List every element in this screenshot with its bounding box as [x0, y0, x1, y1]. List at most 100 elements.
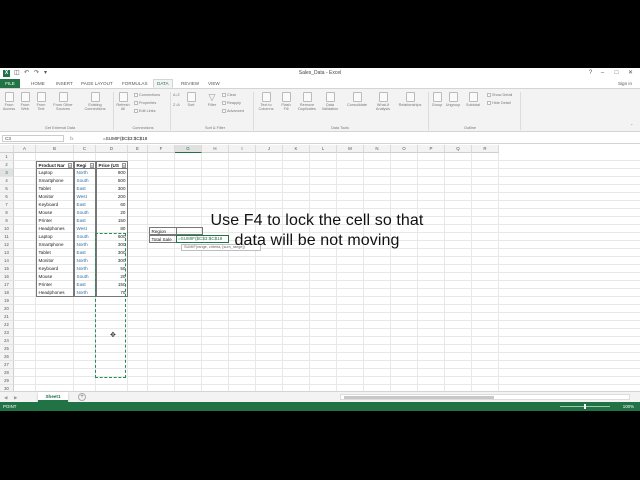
- row-header-7[interactable]: 7: [0, 201, 14, 209]
- sort-button[interactable]: Sort: [184, 92, 198, 107]
- row-header-25[interactable]: 25: [0, 345, 14, 353]
- product-cell[interactable]: Headphones: [36, 289, 74, 297]
- column-header-g[interactable]: G: [175, 145, 202, 153]
- column-header-h[interactable]: H: [202, 145, 229, 153]
- column-header-b[interactable]: B: [36, 145, 74, 153]
- properties-button[interactable]: Properties: [134, 101, 156, 105]
- from-other-sources-button[interactable]: From Other Sources: [50, 92, 76, 111]
- row-header-15[interactable]: 15: [0, 265, 14, 273]
- price-cell[interactable]: 150: [96, 217, 128, 225]
- row-header-18[interactable]: 18: [0, 289, 14, 297]
- row-header-22[interactable]: 22: [0, 321, 14, 329]
- column-header-r[interactable]: R: [472, 145, 499, 153]
- product-cell[interactable]: Tablet: [36, 249, 74, 257]
- select-all-corner[interactable]: [0, 145, 14, 153]
- consolidate-button[interactable]: Consolidate: [343, 92, 371, 107]
- price-cell[interactable]: 60: [96, 201, 128, 209]
- column-header-k[interactable]: K: [283, 145, 310, 153]
- flash-fill-button[interactable]: Flash Fill: [279, 92, 293, 111]
- product-cell[interactable]: Mouse: [36, 273, 74, 281]
- show-detail-button[interactable]: Show Detail: [487, 93, 512, 97]
- close-icon[interactable]: ✕: [626, 69, 635, 78]
- product-cell[interactable]: Keyboard: [36, 201, 74, 209]
- from-web-button[interactable]: From Web: [18, 92, 32, 111]
- product-cell[interactable]: Monitor: [36, 257, 74, 265]
- tab-file[interactable]: FILE: [0, 79, 20, 88]
- price-cell[interactable]: 80: [96, 225, 128, 233]
- product-cell[interactable]: Smartphone: [36, 177, 74, 185]
- help-icon[interactable]: ?: [586, 69, 595, 78]
- region-cell[interactable]: North: [74, 169, 96, 177]
- region-cell[interactable]: South: [74, 273, 96, 281]
- collapse-ribbon-icon[interactable]: ⌃: [630, 124, 633, 128]
- connections-button[interactable]: Connections: [134, 93, 160, 97]
- tab-home[interactable]: HOME: [28, 79, 48, 88]
- region-cell[interactable]: East: [74, 217, 96, 225]
- row-header-14[interactable]: 14: [0, 257, 14, 265]
- product-cell[interactable]: Tablet: [36, 185, 74, 193]
- row-header-9[interactable]: 9: [0, 217, 14, 225]
- worksheet-grid[interactable]: ABCDEFGHIJKLMNOPQR 1 2 3 4 5 6 7 8 9 10 11 12 13 14 15…: [0, 145, 640, 411]
- region-cell[interactable]: East: [74, 281, 96, 289]
- region-cell[interactable]: North: [74, 265, 96, 273]
- text-to-columns-button[interactable]: Text to Columns: [256, 92, 276, 111]
- product-cell[interactable]: Laptop: [36, 169, 74, 177]
- tab-insert[interactable]: INSERT: [53, 79, 76, 88]
- sign-in-link[interactable]: Sign in: [618, 79, 632, 88]
- region-cell[interactable]: East: [74, 201, 96, 209]
- region-cell[interactable]: South: [74, 209, 96, 217]
- group-button[interactable]: Group: [431, 92, 443, 107]
- horizontal-scrollbar[interactable]: [340, 394, 630, 400]
- formula-input[interactable]: =SUMIF($C$3:$C$18: [103, 135, 147, 142]
- sheet-tab-sheet1[interactable]: Sheet1: [38, 392, 68, 402]
- sort-a-z-button[interactable]: A↓Z: [173, 93, 180, 97]
- row-header-13[interactable]: 13: [0, 249, 14, 257]
- column-header-c[interactable]: C: [74, 145, 96, 153]
- tab-view[interactable]: VIEW: [205, 79, 223, 88]
- clear-filter-button[interactable]: Clear: [222, 93, 236, 97]
- subtotal-button[interactable]: Subtotal: [463, 92, 483, 107]
- name-box[interactable]: C3: [2, 135, 64, 142]
- scrollbar-thumb[interactable]: [344, 396, 494, 399]
- region-cell[interactable]: West: [74, 193, 96, 201]
- maximize-icon[interactable]: □: [612, 69, 621, 78]
- column-header-i[interactable]: I: [229, 145, 256, 153]
- what-if-analysis-button[interactable]: What-If Analysis: [373, 92, 393, 111]
- row-header-8[interactable]: 8: [0, 209, 14, 217]
- filter-button[interactable]: ▽ Filter: [204, 92, 220, 107]
- region-cell[interactable]: East: [74, 249, 96, 257]
- product-cell[interactable]: Laptop: [36, 233, 74, 241]
- row-header-21[interactable]: 21: [0, 313, 14, 321]
- relationships-button[interactable]: Relationships: [395, 92, 425, 107]
- column-header-f[interactable]: F: [148, 145, 175, 153]
- product-cell[interactable]: Mouse: [36, 209, 74, 217]
- from-access-button[interactable]: From Access: [2, 92, 16, 111]
- tab-page-layout[interactable]: PAGE LAYOUT: [78, 79, 116, 88]
- region-cell[interactable]: West: [74, 225, 96, 233]
- row-header-12[interactable]: 12: [0, 241, 14, 249]
- filter-dropdown-icon[interactable]: ▾: [122, 162, 126, 168]
- minimize-icon[interactable]: –: [598, 69, 607, 78]
- row-header-3[interactable]: 3: [0, 169, 14, 177]
- ungroup-button[interactable]: Ungroup: [445, 92, 461, 107]
- tab-formulas[interactable]: FORMULAS: [119, 79, 151, 88]
- row-header-29[interactable]: 29: [0, 377, 14, 385]
- filter-dropdown-icon[interactable]: ▾: [90, 162, 94, 168]
- advanced-filter-button[interactable]: Advanced: [222, 109, 244, 113]
- zoom-slider-knob[interactable]: [584, 404, 586, 409]
- region-cell[interactable]: North: [74, 241, 96, 249]
- price-cell[interactable]: 500: [96, 177, 128, 185]
- region-cell[interactable]: South: [74, 177, 96, 185]
- row-header-2[interactable]: 2: [0, 161, 14, 169]
- product-cell[interactable]: Printer: [36, 217, 74, 225]
- hide-detail-button[interactable]: Hide Detail: [487, 101, 511, 105]
- column-header-a[interactable]: A: [14, 145, 36, 153]
- product-cell[interactable]: Monitor: [36, 193, 74, 201]
- row-header-19[interactable]: 19: [0, 297, 14, 305]
- row-header-4[interactable]: 4: [0, 177, 14, 185]
- row-header-11[interactable]: 11: [0, 233, 14, 241]
- row-header-5[interactable]: 5: [0, 185, 14, 193]
- product-cell[interactable]: Printer: [36, 281, 74, 289]
- add-sheet-icon[interactable]: +: [78, 393, 86, 401]
- edit-links-button[interactable]: Edit Links: [134, 109, 155, 113]
